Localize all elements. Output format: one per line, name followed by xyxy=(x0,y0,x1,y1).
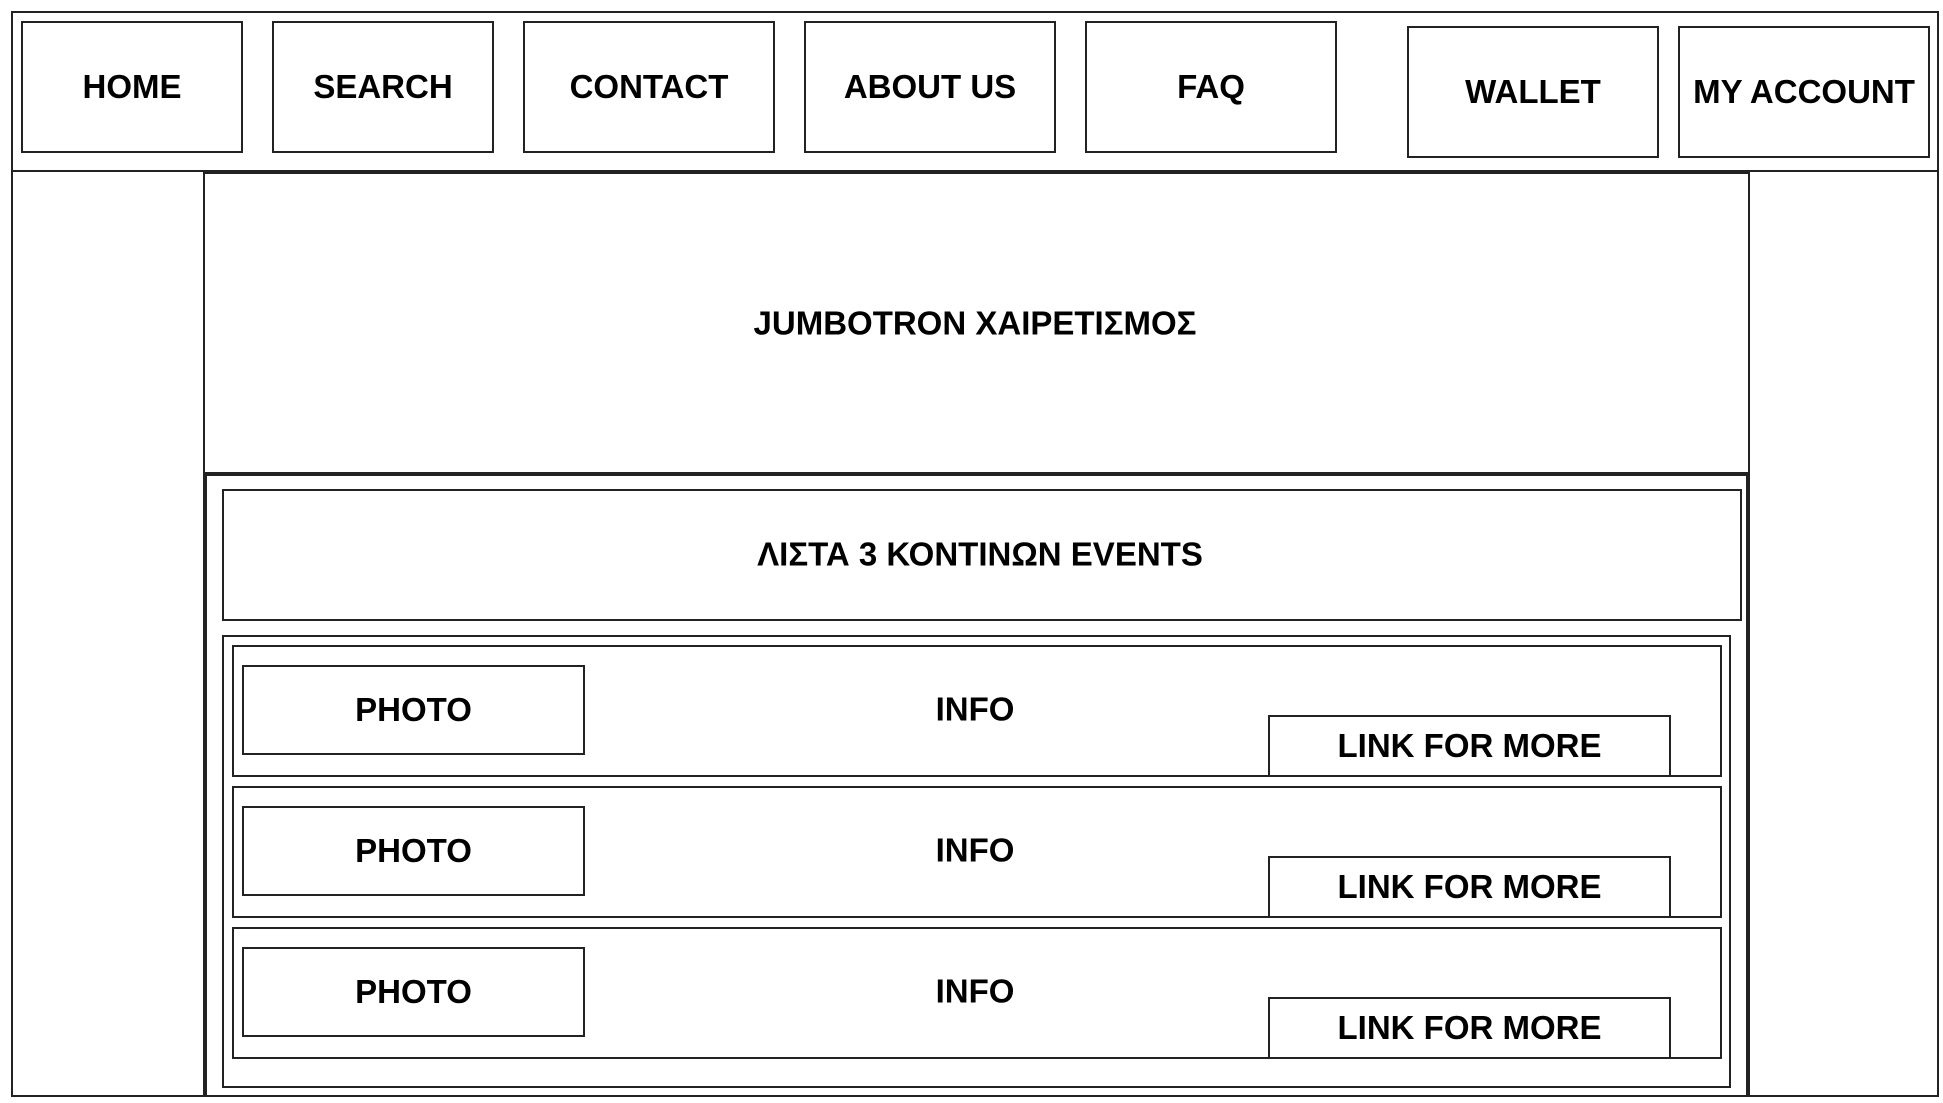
event-link-button[interactable]: LINK FOR MORE xyxy=(1268,856,1671,918)
events-header-text: ΛΙΣΤΑ 3 ΚΟΝΤΙΝΩΝ EVENTS xyxy=(757,535,1203,573)
nav-search-label: SEARCH xyxy=(313,68,453,105)
event-photo-label: PHOTO xyxy=(355,832,472,869)
nav-about-us-button[interactable]: ABOUT US xyxy=(804,21,1056,153)
event-link-label: LINK FOR MORE xyxy=(1337,727,1602,764)
event-link-label: LINK FOR MORE xyxy=(1337,1009,1602,1046)
nav-contact-label: CONTACT xyxy=(569,68,729,105)
nav-faq-button[interactable]: FAQ xyxy=(1085,21,1337,153)
nav-about-us-label: ABOUT US xyxy=(843,68,1017,105)
nav-home-button[interactable]: HOME xyxy=(21,21,243,153)
event-photo-label: PHOTO xyxy=(355,973,472,1010)
event-info: INFO xyxy=(935,831,1015,869)
nav-contact-button[interactable]: CONTACT xyxy=(523,21,775,153)
event-link-button[interactable]: LINK FOR MORE xyxy=(1268,997,1671,1059)
event-photo: PHOTO xyxy=(242,665,585,755)
nav-home-label: HOME xyxy=(82,68,182,105)
event-info: INFO xyxy=(935,972,1015,1010)
nav-my-account-button[interactable]: MY ACCOUNT xyxy=(1678,26,1930,158)
event-photo: PHOTO xyxy=(242,947,585,1037)
jumbotron-text: JUMBOTRON ΧΑΙΡΕΤΙΣΜΟΣ xyxy=(753,304,1197,342)
nav-faq-label: FAQ xyxy=(1177,68,1245,105)
nav-wallet-label: WALLET xyxy=(1465,73,1601,110)
nav-search-button[interactable]: SEARCH xyxy=(272,21,494,153)
event-photo: PHOTO xyxy=(242,806,585,896)
event-link-button[interactable]: LINK FOR MORE xyxy=(1268,715,1671,777)
event-info: INFO xyxy=(935,690,1015,728)
event-link-label: LINK FOR MORE xyxy=(1337,868,1602,905)
event-photo-label: PHOTO xyxy=(355,691,472,728)
nav-wallet-button[interactable]: WALLET xyxy=(1407,26,1659,158)
nav-my-account-label: MY ACCOUNT xyxy=(1693,73,1915,110)
